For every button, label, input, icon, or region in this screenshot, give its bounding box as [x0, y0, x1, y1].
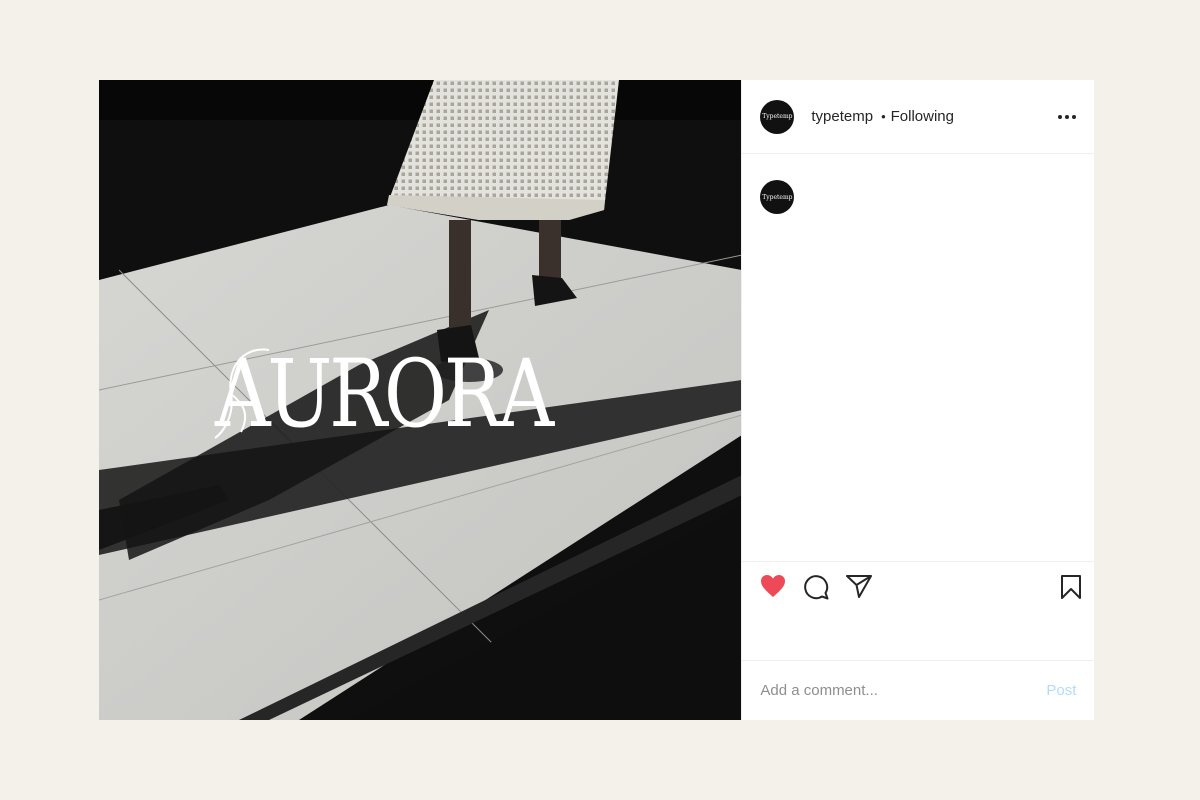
header-avatar[interactable]: Typetemp [760, 99, 795, 134]
more-options-icon[interactable] [1052, 109, 1076, 125]
post-header: Typetemp typetemp • Following [742, 80, 1094, 154]
caption-area: Typetemp [760, 180, 795, 214]
bookmark-icon[interactable] [1060, 574, 1082, 600]
share-icon[interactable] [846, 574, 873, 598]
post-comment-button[interactable]: Post [1046, 682, 1076, 699]
comment-bar: Post [742, 660, 1095, 720]
more-options-dot [1058, 114, 1062, 119]
more-options-dot [1065, 114, 1069, 119]
post-card: AURORA Typetemp typetemp • Following Typ… [99, 80, 1095, 720]
username-link[interactable]: typetemp [811, 108, 873, 125]
header-avatar-text: Typetemp [762, 113, 793, 120]
comment-input[interactable] [760, 682, 1047, 699]
caption-avatar-text: Typetemp [762, 193, 793, 201]
action-bar [742, 561, 1095, 611]
post-image-title: AURORA [215, 340, 554, 449]
caption-avatar[interactable]: Typetemp [760, 180, 795, 214]
following-button[interactable]: Following [891, 108, 954, 125]
comment-icon[interactable] [803, 574, 829, 600]
heart-icon[interactable] [760, 574, 786, 598]
header-separator: • [881, 109, 886, 124]
post-image[interactable]: AURORA [99, 80, 742, 720]
more-options-dot [1072, 114, 1076, 119]
post-side-panel: Typetemp typetemp • Following Typetemp A… [741, 80, 1095, 720]
